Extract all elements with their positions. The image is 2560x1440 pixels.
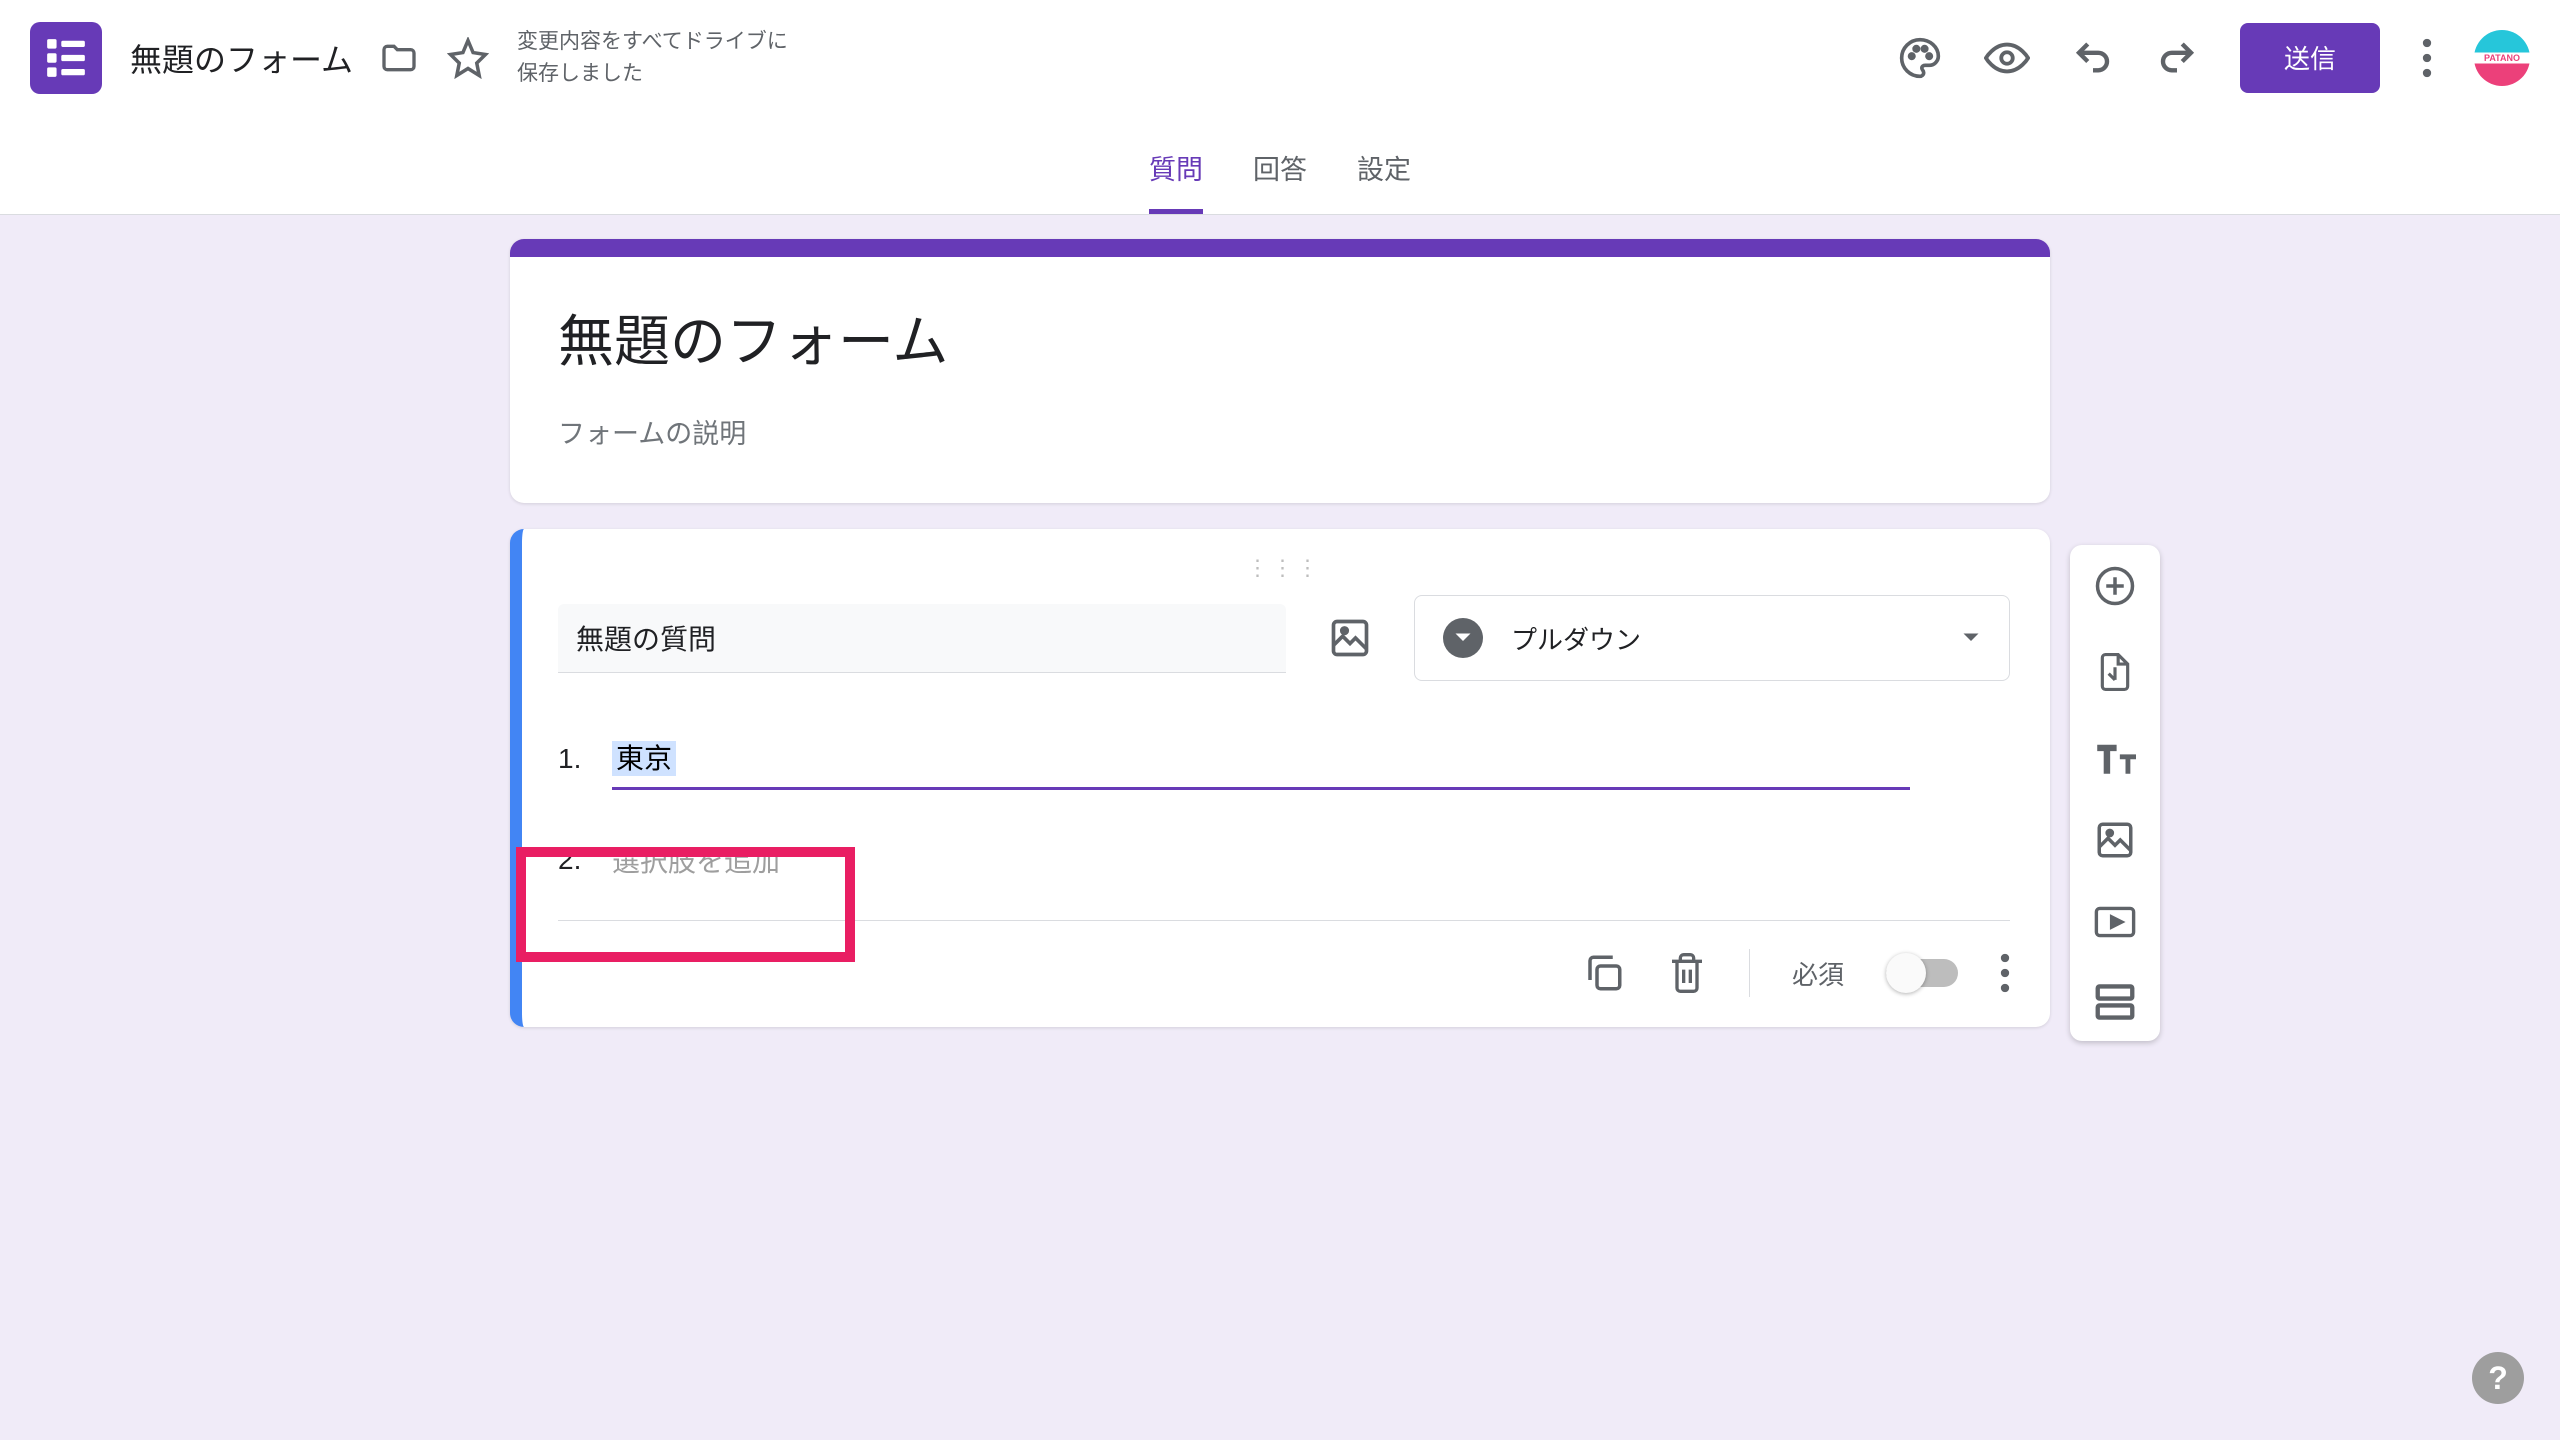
app-header: 無題のフォーム 変更内容をすべてドライブに 保存しました 送信 PATANO (0, 0, 2560, 115)
question-more-icon[interactable] (2000, 953, 2010, 993)
star-icon[interactable] (447, 37, 489, 79)
divider (1749, 949, 1750, 997)
form-description[interactable]: フォームの説明 (558, 412, 2002, 451)
undo-icon[interactable] (2072, 37, 2114, 79)
form-title[interactable]: 無題のフォーム (558, 297, 2002, 378)
add-option-row: 2. 選択肢を追加 (558, 830, 2010, 890)
tab-questions[interactable]: 質問 (1149, 148, 1203, 214)
add-question-icon[interactable] (2094, 565, 2136, 607)
redo-icon[interactable] (2156, 37, 2198, 79)
delete-icon[interactable] (1667, 951, 1707, 995)
document-title[interactable]: 無題のフォーム (130, 35, 353, 81)
side-toolbar (2070, 545, 2160, 1041)
preview-icon[interactable] (1984, 35, 2030, 81)
chevron-down-icon (1961, 632, 1981, 644)
more-menu-icon[interactable] (2422, 38, 2432, 78)
palette-icon[interactable] (1898, 36, 1942, 80)
option-input[interactable]: 東京 (612, 727, 1910, 790)
option-row: 1. 東京 (558, 727, 2010, 790)
dropdown-type-icon (1443, 618, 1483, 658)
add-image-icon[interactable] (1316, 604, 1384, 672)
form-title-card[interactable]: 無題のフォーム フォームの説明 (510, 239, 2050, 503)
tab-settings[interactable]: 設定 (1357, 148, 1411, 214)
folder-icon[interactable] (379, 38, 419, 78)
question-type-label: プルダウン (1511, 620, 1961, 657)
option-number: 2. (558, 844, 594, 876)
question-footer: 必須 (558, 920, 2010, 997)
add-image-icon[interactable] (2094, 819, 2136, 861)
add-video-icon[interactable] (2093, 905, 2137, 939)
save-status: 変更内容をすべてドライブに 保存しました (517, 26, 788, 89)
send-button[interactable]: 送信 (2240, 23, 2380, 93)
required-toggle[interactable] (1886, 959, 1958, 987)
save-status-line2: 保存しました (517, 58, 788, 90)
add-section-icon[interactable] (2094, 983, 2136, 1021)
import-questions-icon[interactable] (2096, 651, 2134, 693)
required-label: 必須 (1792, 955, 1844, 992)
avatar[interactable]: PATANO (2474, 30, 2530, 86)
duplicate-icon[interactable] (1583, 952, 1625, 994)
add-title-icon[interactable] (2094, 737, 2136, 775)
save-status-line1: 変更内容をすべてドライブに (517, 26, 788, 58)
question-title-input[interactable] (558, 604, 1286, 673)
option-number: 1. (558, 743, 594, 775)
question-card[interactable]: ⋮⋮⋮ プルダウン 1. 東京 (510, 529, 2050, 1027)
tabs-bar: 質問 回答 設定 (0, 115, 2560, 215)
add-option-input[interactable]: 選択肢を追加 (612, 830, 780, 890)
forms-logo[interactable] (30, 22, 102, 94)
tab-responses[interactable]: 回答 (1253, 148, 1307, 214)
question-type-dropdown[interactable]: プルダウン (1414, 595, 2010, 681)
help-button[interactable]: ? (2472, 1352, 2524, 1404)
drag-handle-icon[interactable]: ⋮⋮⋮ (558, 555, 2010, 581)
